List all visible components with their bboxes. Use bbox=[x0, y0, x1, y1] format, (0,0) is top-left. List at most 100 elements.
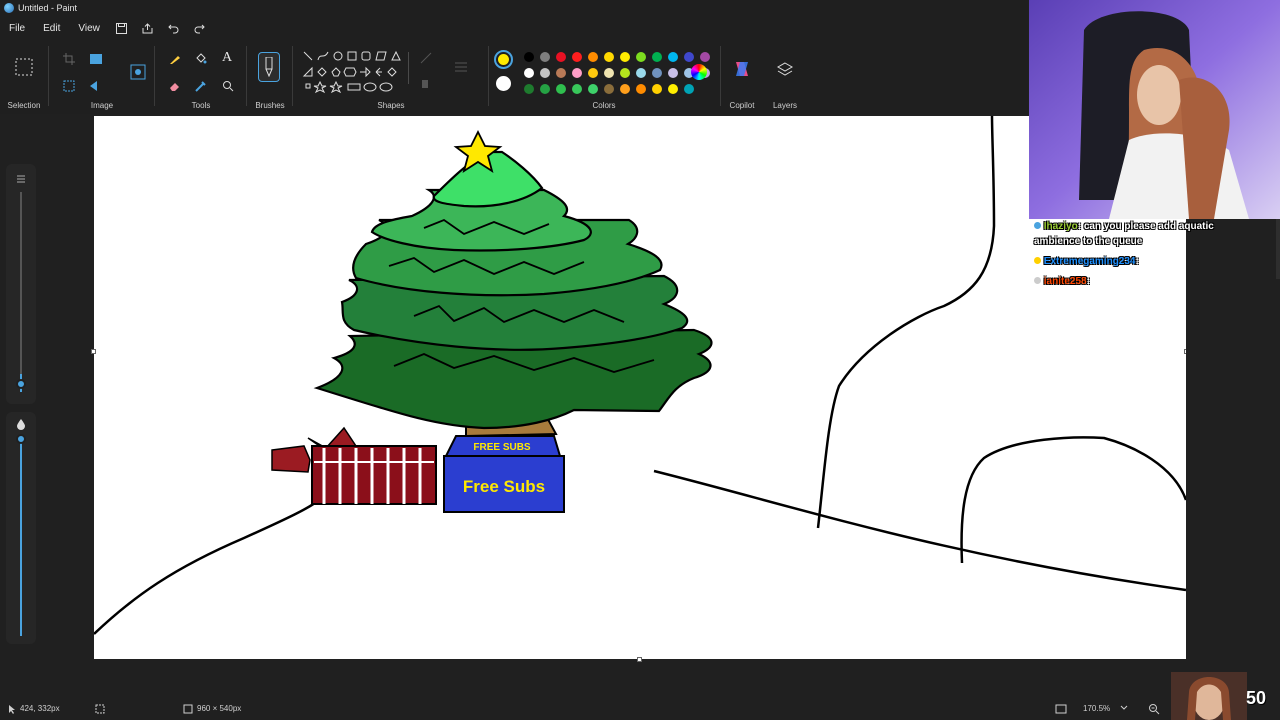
zoom-out-icon[interactable] bbox=[1148, 703, 1160, 715]
ribbon-divider bbox=[488, 46, 489, 106]
igloo-outline bbox=[960, 436, 1188, 564]
palette-swatch[interactable] bbox=[620, 68, 630, 78]
primary-color-button[interactable] bbox=[494, 50, 513, 69]
background-removal-icon[interactable] bbox=[63, 80, 75, 92]
drawing-canvas[interactable]: FREE SUBS Free Subs bbox=[91, 115, 1189, 662]
palette-swatch[interactable] bbox=[556, 84, 566, 94]
palette-swatch[interactable] bbox=[700, 52, 710, 62]
copilot-icon[interactable] bbox=[733, 60, 751, 78]
palette-swatch[interactable] bbox=[636, 68, 646, 78]
tools-group: A Tools bbox=[158, 40, 244, 114]
palette-swatch[interactable] bbox=[684, 52, 694, 62]
brush-selector-button[interactable] bbox=[258, 52, 280, 82]
ribbon-divider bbox=[246, 46, 247, 106]
share-button[interactable] bbox=[135, 17, 161, 39]
zoom-level[interactable]: 170.5% bbox=[1083, 704, 1110, 713]
palette-swatch[interactable] bbox=[684, 84, 694, 94]
palette-swatch[interactable] bbox=[556, 52, 566, 62]
rectangle-select-icon[interactable] bbox=[15, 58, 33, 76]
palette-swatch[interactable] bbox=[668, 84, 678, 94]
menu-view[interactable]: View bbox=[69, 23, 109, 34]
outline-icon[interactable] bbox=[420, 52, 434, 64]
brush-size-track[interactable] bbox=[20, 192, 22, 392]
palette-swatch[interactable] bbox=[588, 52, 598, 62]
palette-swatch[interactable] bbox=[524, 52, 534, 62]
menu-edit[interactable]: Edit bbox=[34, 23, 69, 34]
colors-group: Colors bbox=[490, 40, 718, 114]
primary-color-swatch bbox=[498, 54, 509, 65]
palette-swatch[interactable] bbox=[540, 84, 550, 94]
palette-swatch[interactable] bbox=[572, 68, 582, 78]
chat-separator: : bbox=[1086, 276, 1090, 287]
copilot-label: Copilot bbox=[729, 101, 755, 110]
resize-icon[interactable] bbox=[89, 53, 103, 65]
chat-message: Extremegaming234: bbox=[1034, 254, 1234, 269]
brushes-label: Brushes bbox=[255, 101, 285, 110]
title-bar: Untitled - Paint bbox=[0, 0, 1028, 16]
red-gift-bow bbox=[271, 445, 311, 473]
rotate-icon[interactable] bbox=[89, 80, 103, 92]
secondary-color-button[interactable] bbox=[496, 76, 511, 91]
chat-username: ianite258 bbox=[1043, 276, 1087, 287]
palette-swatch[interactable] bbox=[524, 84, 534, 94]
text-tool-icon[interactable]: A bbox=[222, 50, 232, 66]
shape-size-icon[interactable] bbox=[454, 60, 468, 74]
fill-icon[interactable] bbox=[420, 78, 434, 90]
pencil-icon[interactable] bbox=[169, 53, 181, 65]
image-generator-icon[interactable] bbox=[130, 64, 146, 80]
palette-swatch[interactable] bbox=[572, 52, 582, 62]
fill-bucket-icon[interactable] bbox=[195, 53, 207, 65]
cursor-position: 424, 332px bbox=[20, 704, 60, 713]
stream-chat: Ihaziyo: can you please add aquatic ambi… bbox=[1034, 219, 1234, 294]
palette-swatch[interactable] bbox=[572, 84, 582, 94]
palette-swatch[interactable] bbox=[540, 68, 550, 78]
opacity-thumb[interactable] bbox=[16, 434, 26, 444]
building-outline bbox=[816, 115, 996, 529]
shapes-gallery-icon[interactable] bbox=[302, 50, 410, 94]
brush-size-thumb[interactable] bbox=[16, 379, 26, 389]
redo-button[interactable] bbox=[187, 17, 213, 39]
layers-label: Layers bbox=[772, 101, 797, 110]
palette-swatch[interactable] bbox=[588, 84, 598, 94]
hill-line-left bbox=[93, 499, 320, 635]
scrollbar[interactable] bbox=[1276, 219, 1280, 279]
save-button[interactable] bbox=[109, 17, 135, 39]
palette-swatch[interactable] bbox=[588, 68, 598, 78]
eraser-icon[interactable] bbox=[169, 80, 181, 92]
undo-button[interactable] bbox=[161, 17, 187, 39]
palette-swatch[interactable] bbox=[668, 68, 678, 78]
palette-swatch[interactable] bbox=[620, 52, 630, 62]
resize-handle-left[interactable] bbox=[91, 349, 96, 354]
resize-handle-bottom[interactable] bbox=[637, 657, 642, 662]
palette-swatch[interactable] bbox=[636, 52, 646, 62]
palette-swatch[interactable] bbox=[604, 84, 614, 94]
palette-swatch[interactable] bbox=[668, 52, 678, 62]
redo-icon bbox=[194, 24, 206, 33]
selection-size-icon bbox=[95, 704, 105, 714]
magnifier-icon[interactable] bbox=[222, 80, 234, 92]
canvas-size: 960 × 540px bbox=[197, 704, 242, 713]
layers-icon[interactable] bbox=[777, 62, 793, 78]
palette-swatch[interactable] bbox=[604, 68, 614, 78]
palette-swatch[interactable] bbox=[620, 84, 630, 94]
image-group: Image bbox=[52, 40, 152, 114]
palette-swatch[interactable] bbox=[556, 68, 566, 78]
chat-username: Extremegaming234 bbox=[1043, 256, 1136, 267]
palette-swatch[interactable] bbox=[636, 84, 646, 94]
crop-icon[interactable] bbox=[63, 53, 75, 65]
edit-colors-button[interactable] bbox=[691, 64, 707, 80]
menu-file[interactable]: File bbox=[0, 23, 34, 34]
opacity-track[interactable] bbox=[20, 436, 22, 636]
palette-swatch[interactable] bbox=[652, 68, 662, 78]
zoom-dropdown-icon[interactable] bbox=[1120, 705, 1128, 711]
canvas-drawing: FREE SUBS Free Subs bbox=[93, 115, 1188, 635]
palette-swatch[interactable] bbox=[652, 52, 662, 62]
color-picker-icon[interactable] bbox=[195, 80, 207, 92]
fit-to-window-icon[interactable] bbox=[1055, 703, 1067, 715]
palette-swatch[interactable] bbox=[652, 84, 662, 94]
palette-swatch[interactable] bbox=[604, 52, 614, 62]
gift-label-large: Free Subs bbox=[463, 477, 545, 496]
palette-swatch[interactable] bbox=[524, 68, 534, 78]
shapes-group: Shapes bbox=[296, 40, 486, 114]
palette-swatch[interactable] bbox=[540, 52, 550, 62]
